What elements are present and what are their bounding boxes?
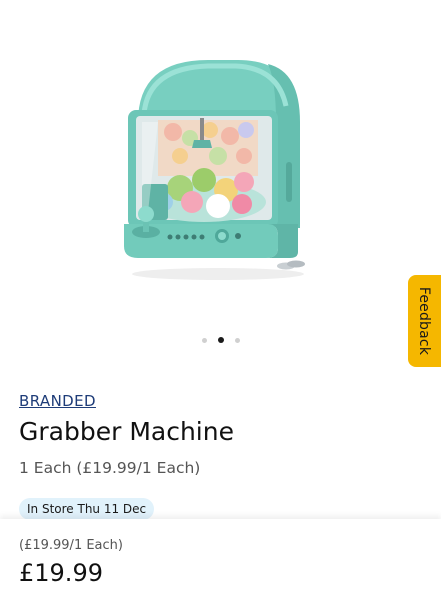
feedback-tab[interactable]: Feedback (408, 275, 441, 367)
carousel-dot-1[interactable] (201, 337, 207, 343)
product-price: £19.99 (19, 559, 103, 587)
carousel-dot-3[interactable] (234, 337, 240, 343)
product-title: Grabber Machine (19, 417, 234, 446)
feedback-label: Feedback (416, 286, 433, 356)
carousel-dot-2-active[interactable] (217, 337, 224, 343)
carousel-dots (0, 336, 441, 344)
per-unit-price: (£19.99/1 Each) (19, 538, 123, 553)
availability-badge: In Store Thu 11 Dec (19, 498, 155, 520)
unit-price: 1 Each (£19.99/1 Each) (19, 459, 201, 477)
product-image[interactable] (118, 52, 318, 282)
sticky-price-bar: (£19.99/1 Each) £19.99 (0, 519, 441, 600)
brand-link[interactable]: BRANDED (19, 390, 96, 412)
product-image-gallery[interactable] (0, 0, 441, 360)
product-details: BRANDED Grabber Machine 1 Each (£19.99/1… (19, 390, 419, 520)
